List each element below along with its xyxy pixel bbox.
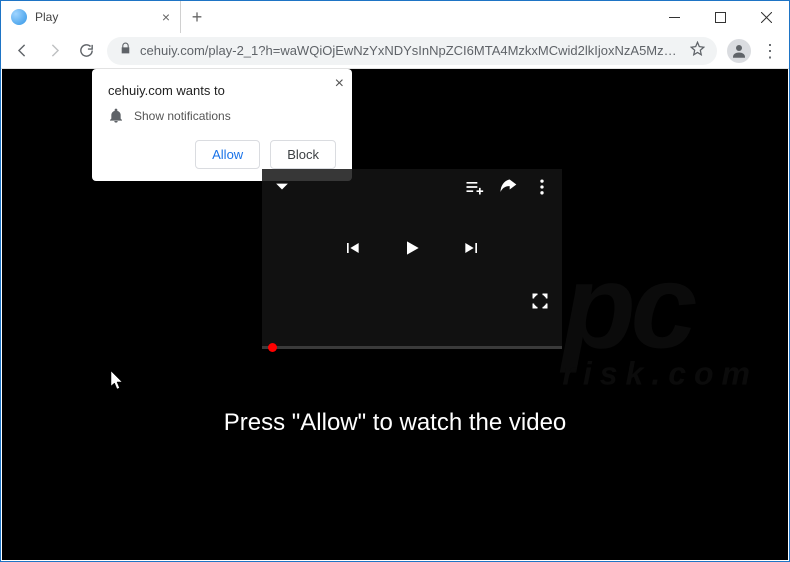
notification-permission-dialog: × cehuiy.com wants to Show notifications… — [92, 69, 352, 181]
minimize-button[interactable] — [651, 1, 697, 33]
more-icon[interactable] — [532, 177, 552, 197]
progress-handle[interactable] — [268, 343, 277, 352]
watermark: pc risk.com — [562, 237, 758, 392]
fullscreen-icon[interactable] — [530, 291, 550, 311]
skip-next-icon[interactable] — [462, 238, 482, 258]
video-player[interactable] — [262, 169, 562, 349]
block-button[interactable]: Block — [270, 140, 336, 169]
address-bar[interactable]: cehuiy.com/play-2_1?h=waWQiOjEwNzYxNDYsI… — [107, 37, 717, 65]
lock-icon — [119, 42, 132, 60]
bell-icon — [108, 108, 124, 124]
url-text: cehuiy.com/play-2_1?h=waWQiOjEwNzYxNDYsI… — [140, 43, 682, 58]
progress-bar[interactable] — [262, 346, 562, 349]
bookmark-star-icon[interactable] — [690, 41, 705, 61]
browser-tab[interactable]: Play × — [1, 1, 181, 33]
profile-avatar[interactable] — [727, 39, 751, 63]
forward-button[interactable] — [43, 40, 65, 62]
page-content: pc risk.com × cehuiy.com wants to Show n… — [2, 69, 788, 560]
play-icon[interactable] — [402, 238, 422, 258]
back-button[interactable] — [11, 40, 33, 62]
chevron-down-icon[interactable] — [272, 177, 292, 197]
close-window-button[interactable] — [743, 1, 789, 33]
reload-button[interactable] — [75, 40, 97, 62]
mouse-cursor-icon — [110, 371, 124, 396]
titlebar: Play × + — [1, 1, 789, 33]
permission-line: Show notifications — [134, 109, 231, 123]
browser-menu-button[interactable]: ⋮ — [761, 42, 779, 60]
new-tab-button[interactable]: + — [181, 1, 213, 33]
tab-favicon — [11, 9, 27, 25]
close-icon[interactable]: × — [335, 75, 344, 93]
browser-toolbar: cehuiy.com/play-2_1?h=waWQiOjEwNzYxNDYsI… — [1, 33, 789, 69]
close-tab-icon[interactable]: × — [162, 9, 170, 25]
skip-previous-icon[interactable] — [342, 238, 362, 258]
playlist-add-icon[interactable] — [464, 177, 484, 197]
maximize-button[interactable] — [697, 1, 743, 33]
allow-button[interactable]: Allow — [195, 140, 260, 169]
tab-title: Play — [35, 10, 154, 24]
permission-title: cehuiy.com wants to — [108, 83, 336, 98]
window-controls — [651, 1, 789, 33]
share-icon[interactable] — [498, 177, 518, 197]
cta-text: Press "Allow" to watch the video — [2, 409, 788, 437]
